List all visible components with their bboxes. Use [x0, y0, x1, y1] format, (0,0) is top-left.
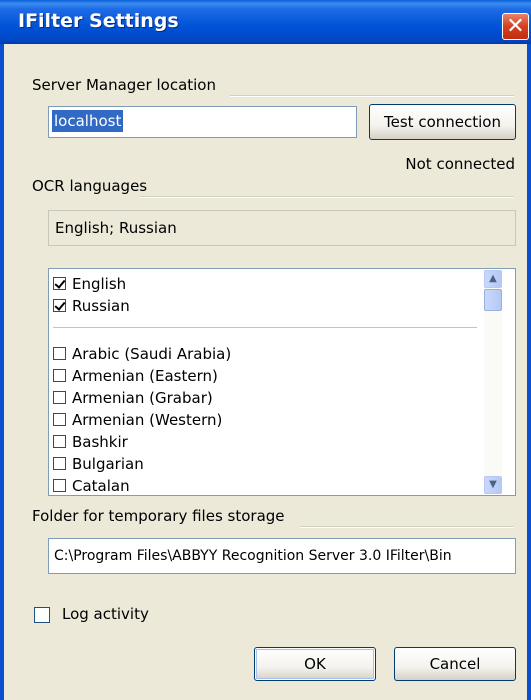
close-button[interactable]: ✕ [502, 13, 529, 40]
list-separator [53, 327, 477, 328]
title-bar[interactable]: IFilter Settings ✕ [0, 0, 531, 44]
checkbox[interactable] [53, 435, 66, 448]
test-connection-button[interactable]: Test connection [369, 104, 516, 140]
temp-folder-group-line [300, 526, 514, 528]
ocr-group-line [140, 196, 514, 198]
dialog-window: IFilter Settings ✕ Server Manager locati… [0, 0, 531, 700]
arrow-up-icon: ▲ [489, 273, 497, 284]
connection-status: Not connected [405, 155, 515, 173]
checkbox[interactable] [53, 347, 66, 360]
list-scrollbar[interactable]: ▲ ▼ [484, 270, 502, 494]
checkbox[interactable] [53, 391, 66, 404]
window-frame-left [0, 44, 4, 700]
scroll-thumb[interactable] [484, 289, 502, 311]
window-title: IFilter Settings [18, 10, 179, 32]
checkbox[interactable] [53, 479, 66, 492]
close-icon: ✕ [506, 14, 525, 39]
scroll-up-button[interactable]: ▲ [484, 270, 502, 288]
checkbox-checked[interactable] [53, 299, 66, 312]
ocr-selected-summary: English; Russian [48, 210, 516, 246]
window-frame-right [527, 44, 531, 700]
server-host-input[interactable]: localhost [48, 106, 357, 138]
ocr-group-label: OCR languages [32, 177, 152, 195]
scroll-down-button[interactable]: ▼ [484, 476, 502, 494]
server-group-label: Server Manager location [32, 76, 220, 94]
server-group-line [230, 95, 514, 97]
checkbox[interactable] [53, 369, 66, 382]
server-host-value: localhost [52, 110, 124, 132]
checkbox[interactable] [53, 457, 66, 470]
temp-folder-path-field[interactable]: C:\Program Files\ABBYY Recognition Serve… [48, 538, 516, 574]
temp-folder-group-label: Folder for temporary files storage [32, 507, 289, 525]
checkbox-checked[interactable] [53, 277, 66, 290]
checkbox[interactable] [53, 413, 66, 426]
cancel-button[interactable]: Cancel [394, 647, 516, 681]
arrow-down-icon: ▼ [489, 479, 497, 490]
ocr-language-list[interactable]: English Russian Arabic (Saudi Arabia) Ar… [48, 268, 516, 496]
log-activity-checkbox[interactable] [34, 607, 50, 623]
ok-button[interactable]: OK [254, 647, 376, 681]
log-activity-label[interactable]: Log activity [62, 605, 149, 623]
